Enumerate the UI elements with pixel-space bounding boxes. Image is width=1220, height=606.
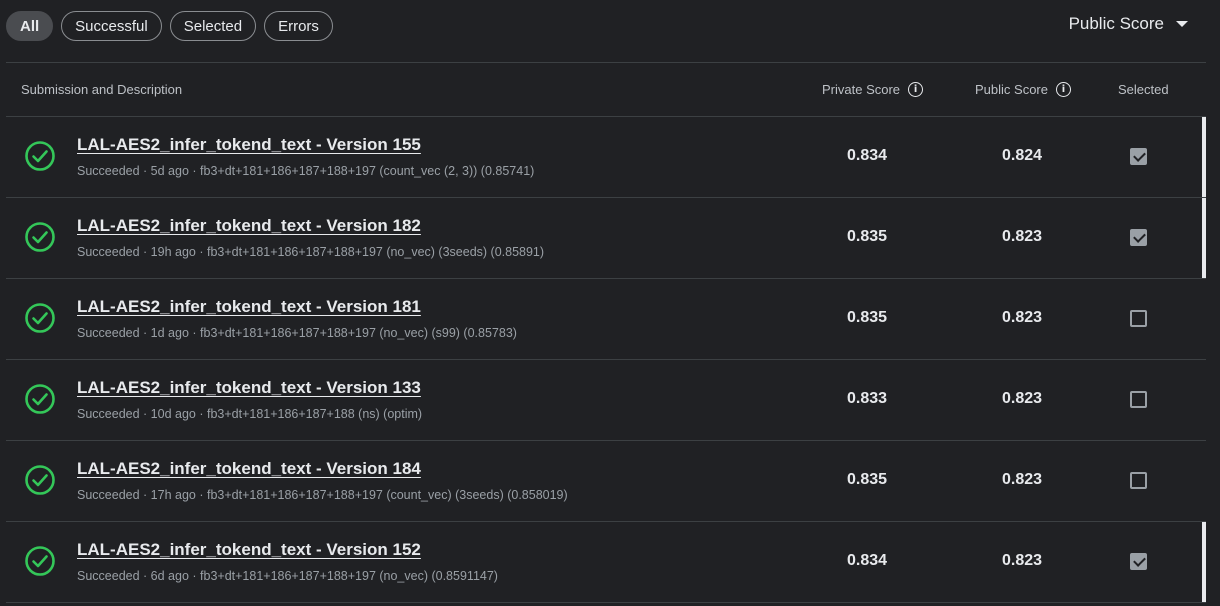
submission-age: 1d ago <box>150 326 189 340</box>
private-score: 0.835 <box>847 228 888 245</box>
table-header: Submission and Description Private Score… <box>6 62 1206 117</box>
filter-chips: All Successful Selected Errors <box>6 11 333 41</box>
table-row: LAL-AES2_infer_tokend_text - Version 155… <box>6 117 1206 198</box>
submission-title[interactable]: LAL-AES2_infer_tokend_text - Version 155 <box>77 135 421 155</box>
filter-selected[interactable]: Selected <box>169 11 257 41</box>
selected-indicator <box>1202 198 1206 278</box>
selected-checkbox[interactable] <box>1130 310 1147 327</box>
sort-label: Public Score <box>1068 14 1164 33</box>
table-row: LAL-AES2_infer_tokend_text - Version 182… <box>6 198 1206 279</box>
submission-meta: Succeeded · 1d ago · fb3+dt+181+186+187+… <box>77 326 517 340</box>
submission-age: 6d ago <box>150 569 189 583</box>
submission-title[interactable]: LAL-AES2_infer_tokend_text - Version 184 <box>77 459 421 479</box>
submission-age: 19h ago <box>150 245 196 259</box>
submission-description: fb3+dt+181+186+187+188 (ns) (optim) <box>206 407 423 421</box>
public-score: 0.823 <box>1002 390 1043 407</box>
submission-title[interactable]: LAL-AES2_infer_tokend_text - Version 152 <box>77 540 421 560</box>
header-submission: Submission and Description <box>21 82 182 97</box>
submission-description: fb3+dt+181+186+187+188+197 (count_vec (2… <box>200 164 535 178</box>
header-public-score: Public Score i <box>975 82 1071 97</box>
private-score: 0.833 <box>847 390 888 407</box>
header-private-label: Private Score <box>822 82 901 97</box>
filter-all[interactable]: All <box>6 11 54 41</box>
public-score: 0.823 <box>1002 228 1043 245</box>
submission-description: fb3+dt+181+186+187+188+197 (no_vec) (0.8… <box>200 569 498 583</box>
private-score: 0.834 <box>847 147 888 164</box>
submission-meta: Succeeded · 17h ago · fb3+dt+181+186+187… <box>77 488 568 502</box>
submission-description: fb3+dt+181+186+187+188+197 (count_vec) (… <box>206 488 568 502</box>
sort-dropdown[interactable]: Public Score <box>1069 14 1188 34</box>
check-circle-icon <box>25 303 55 333</box>
header-private-score: Private Score i <box>822 82 924 97</box>
submission-meta: Succeeded · 6d ago · fb3+dt+181+186+187+… <box>77 569 498 583</box>
check-circle-icon <box>25 222 55 252</box>
selected-checkbox[interactable] <box>1130 229 1147 246</box>
caret-down-icon <box>1176 21 1188 27</box>
selected-checkbox[interactable] <box>1130 472 1147 489</box>
submission-meta: Succeeded · 10d ago · fb3+dt+181+186+187… <box>77 407 423 421</box>
table-row: LAL-AES2_infer_tokend_text - Version 152… <box>6 522 1206 603</box>
public-score: 0.824 <box>1002 147 1043 164</box>
check-circle-icon <box>25 384 55 414</box>
private-score: 0.835 <box>847 309 888 326</box>
selected-indicator <box>1202 117 1206 197</box>
status-text: Succeeded <box>77 569 140 583</box>
submission-age: 5d ago <box>150 164 189 178</box>
status-text: Succeeded <box>77 407 140 421</box>
header-public-label: Public Score <box>975 82 1048 97</box>
submission-title[interactable]: LAL-AES2_infer_tokend_text - Version 181 <box>77 297 421 317</box>
selected-checkbox[interactable] <box>1130 391 1147 408</box>
submission-meta: Succeeded · 19h ago · fb3+dt+181+186+187… <box>77 245 545 259</box>
filter-successful[interactable]: Successful <box>61 11 162 41</box>
check-circle-icon <box>25 465 55 495</box>
submission-description: fb3+dt+181+186+187+188+197 (no_vec) (3se… <box>206 245 545 259</box>
submission-title[interactable]: LAL-AES2_infer_tokend_text - Version 133 <box>77 378 421 398</box>
submission-age: 17h ago <box>150 488 196 502</box>
public-score: 0.823 <box>1002 552 1043 569</box>
status-text: Succeeded <box>77 245 140 259</box>
submission-age: 10d ago <box>150 407 196 421</box>
submissions-table: Submission and Description Private Score… <box>6 62 1206 603</box>
info-icon[interactable]: i <box>1055 82 1071 97</box>
public-score: 0.823 <box>1002 309 1043 326</box>
submission-meta: Succeeded · 5d ago · fb3+dt+181+186+187+… <box>77 164 535 178</box>
header-selected-label: Selected <box>1118 82 1169 97</box>
selected-checkbox[interactable] <box>1130 148 1147 165</box>
filter-errors[interactable]: Errors <box>264 11 333 41</box>
submission-title[interactable]: LAL-AES2_infer_tokend_text - Version 182 <box>77 216 421 236</box>
status-text: Succeeded <box>77 488 140 502</box>
status-text: Succeeded <box>77 326 140 340</box>
check-circle-icon <box>25 546 55 576</box>
check-circle-icon <box>25 141 55 171</box>
public-score: 0.823 <box>1002 471 1043 488</box>
selected-checkbox[interactable] <box>1130 553 1147 570</box>
header-submission-label: Submission and Description <box>21 82 183 97</box>
private-score: 0.834 <box>847 552 888 569</box>
status-text: Succeeded <box>77 164 140 178</box>
table-row: LAL-AES2_infer_tokend_text - Version 181… <box>6 279 1206 360</box>
header-selected: Selected <box>1118 82 1169 97</box>
selected-indicator <box>1202 522 1206 602</box>
submission-description: fb3+dt+181+186+187+188+197 (no_vec) (s99… <box>200 326 517 340</box>
private-score: 0.835 <box>847 471 888 488</box>
table-row: LAL-AES2_infer_tokend_text - Version 184… <box>6 441 1206 522</box>
table-body: LAL-AES2_infer_tokend_text - Version 155… <box>6 117 1206 603</box>
table-row: LAL-AES2_infer_tokend_text - Version 133… <box>6 360 1206 441</box>
info-icon[interactable]: i <box>908 82 924 97</box>
